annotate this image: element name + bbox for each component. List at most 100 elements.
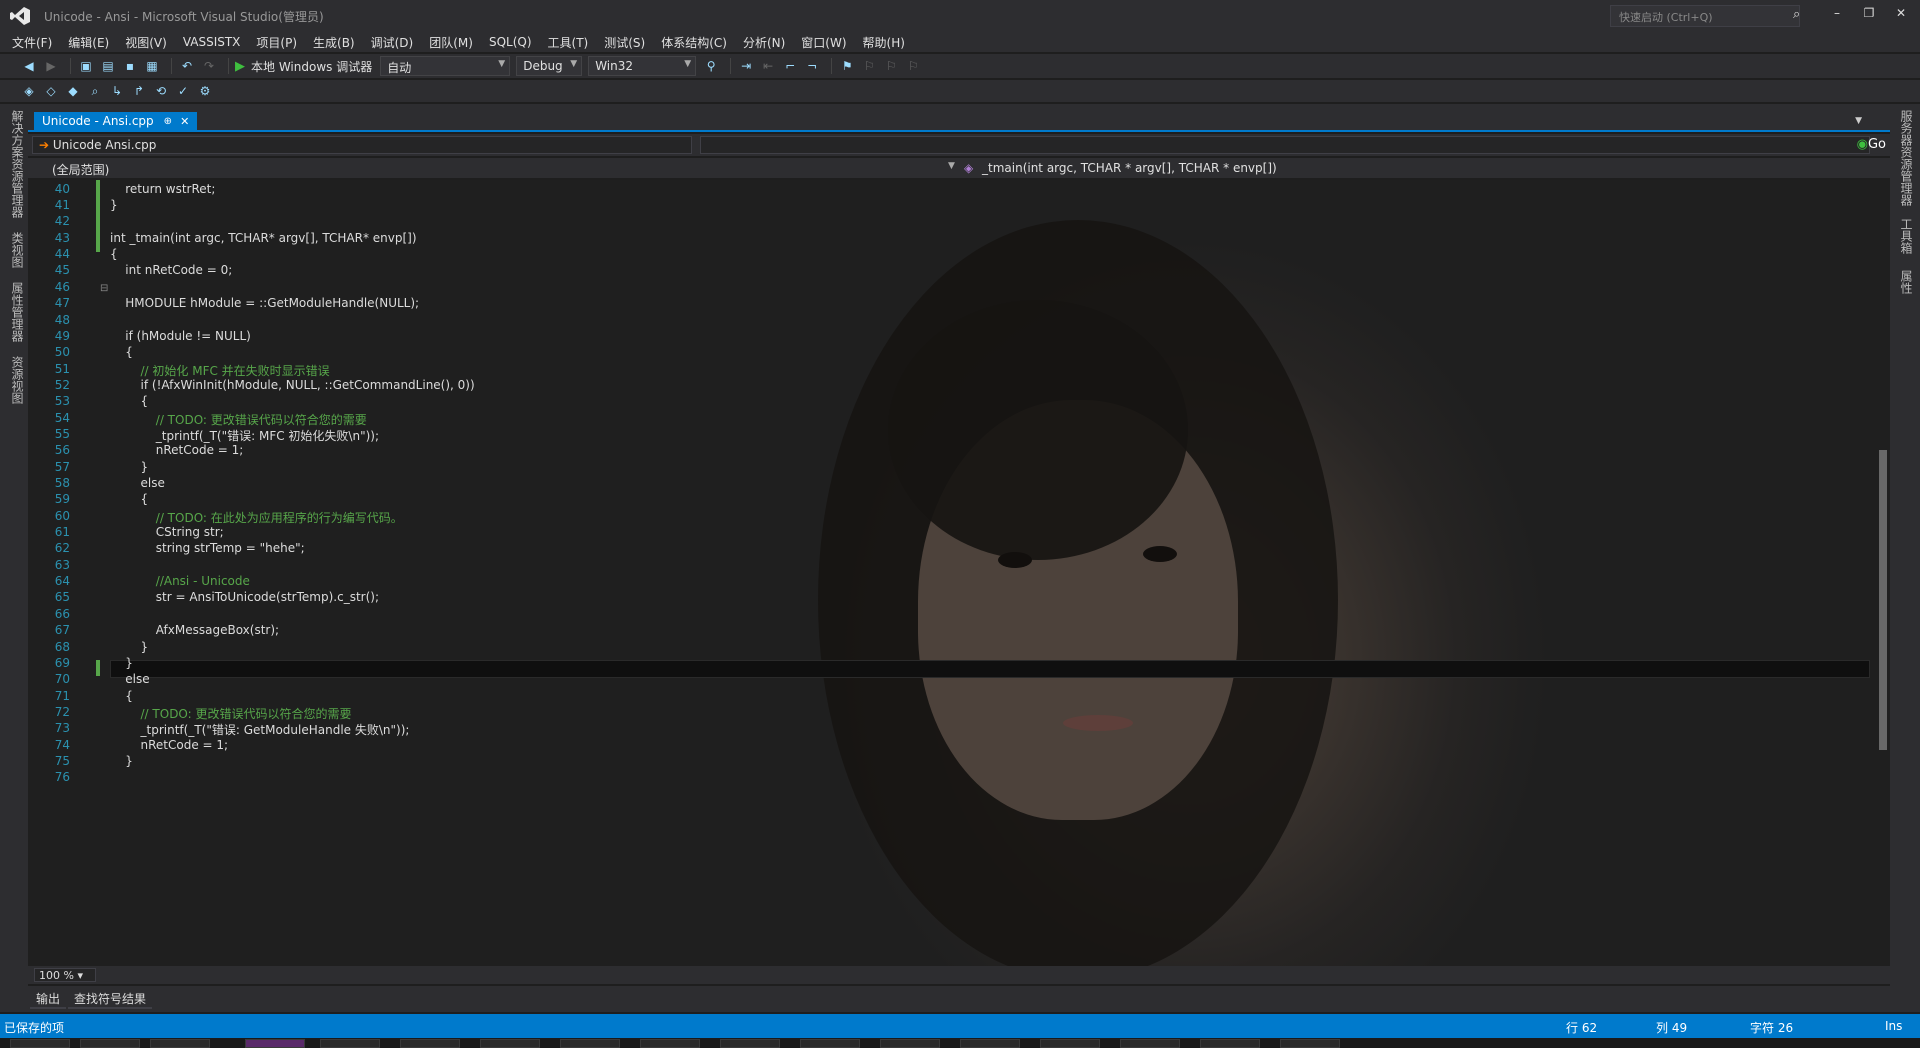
tab-find-symbol-results[interactable]: 查找符号结果 bbox=[68, 990, 153, 1009]
taskbar-button[interactable] bbox=[640, 1039, 700, 1048]
menu-tools[interactable]: 工具(T) bbox=[540, 34, 597, 51]
code-line[interactable]: { bbox=[110, 394, 149, 408]
close-window-button[interactable]: ✕ bbox=[1890, 6, 1912, 24]
uncomment-icon[interactable]: ¬ bbox=[803, 58, 821, 74]
open-file-in-solution-icon[interactable]: ◈ bbox=[20, 83, 38, 99]
member-select[interactable]: _tmain(int argc, TCHAR * argv[], TCHAR *… bbox=[982, 161, 1277, 175]
taskbar-button[interactable] bbox=[80, 1039, 140, 1048]
menu-view[interactable]: 视图(V) bbox=[117, 34, 175, 51]
collapse-icon[interactable]: ⊟ bbox=[100, 283, 108, 294]
taskbar-button[interactable] bbox=[1040, 1039, 1100, 1048]
properties-tab[interactable]: 属性 bbox=[1898, 270, 1915, 294]
code-line[interactable]: return wstrRet; bbox=[110, 182, 215, 196]
prev-bookmark-icon[interactable]: ⚐ bbox=[860, 58, 878, 74]
toolbox-tab[interactable]: 工具箱 bbox=[1898, 218, 1915, 254]
taskbar-button[interactable] bbox=[480, 1039, 540, 1048]
indent-icon[interactable]: ⇥ bbox=[737, 58, 755, 74]
back-icon[interactable]: ◀ bbox=[20, 58, 38, 74]
forward-icon[interactable]: ▶ bbox=[42, 58, 60, 74]
undo-icon[interactable]: ↶ bbox=[178, 58, 196, 74]
comment-icon[interactable]: ⌐ bbox=[781, 58, 799, 74]
menu-build[interactable]: 生成(B) bbox=[305, 34, 363, 51]
taskbar-button[interactable] bbox=[800, 1039, 860, 1048]
code-line[interactable]: // TODO: 在此处为应用程序的行为编写代码。 bbox=[110, 509, 403, 526]
go-button[interactable]: ◉Go bbox=[1857, 137, 1886, 152]
code-line[interactable]: int _tmain(int argc, TCHAR* argv[], TCHA… bbox=[110, 231, 417, 245]
server-explorer-tab[interactable]: 服务器资源管理器 bbox=[1898, 110, 1915, 206]
taskbar-button[interactable] bbox=[720, 1039, 780, 1048]
close-icon[interactable]: ✕ bbox=[180, 115, 189, 128]
redo-icon[interactable]: ↷ bbox=[200, 58, 218, 74]
menu-test[interactable]: 测试(S) bbox=[596, 34, 653, 51]
find-references-icon[interactable]: ◆ bbox=[64, 83, 82, 99]
taskbar-button[interactable] bbox=[960, 1039, 1020, 1048]
save-all-icon[interactable]: ▦ bbox=[143, 58, 161, 74]
code-line[interactable]: HMODULE hModule = ::GetModuleHandle(NULL… bbox=[110, 296, 419, 310]
scope-select[interactable]: (全局范围) bbox=[52, 161, 109, 178]
class-view-tab[interactable]: 类视图 bbox=[9, 232, 26, 268]
code-line[interactable]: } bbox=[110, 640, 149, 654]
code-line[interactable]: //Ansi - Unicode bbox=[110, 574, 250, 588]
menu-window[interactable]: 窗口(W) bbox=[793, 34, 854, 51]
rename-icon[interactable]: ↱ bbox=[130, 83, 148, 99]
code-line[interactable]: nRetCode = 1; bbox=[110, 738, 229, 752]
save-icon[interactable]: ▪ bbox=[121, 58, 139, 74]
code-line[interactable]: if (!AfxWinInit(hModule, NULL, ::GetComm… bbox=[110, 378, 475, 392]
code-line[interactable]: { bbox=[110, 345, 133, 359]
code-line[interactable]: } bbox=[110, 198, 118, 212]
code-line[interactable]: _tprintf(_T("错误: MFC 初始化失败\n")); bbox=[110, 427, 379, 444]
open-file-icon[interactable]: ▤ bbox=[99, 58, 117, 74]
taskbar-button[interactable] bbox=[400, 1039, 460, 1048]
code-line[interactable]: { bbox=[110, 247, 118, 261]
code-editor[interactable]: ⊟ 38 delete[] pwszBuffer;3940 return wst… bbox=[28, 180, 1876, 966]
code-line[interactable]: // TODO: 更改错误代码以符合您的需要 bbox=[110, 411, 367, 428]
code-line[interactable]: } bbox=[110, 754, 133, 768]
code-line[interactable]: { bbox=[110, 492, 149, 506]
menu-file[interactable]: 文件(F) bbox=[4, 34, 60, 51]
taskbar-button[interactable] bbox=[10, 1039, 70, 1048]
code-line[interactable]: _tprintf(_T("错误: GetModuleHandle 失败\n"))… bbox=[110, 721, 410, 738]
menu-team[interactable]: 团队(M) bbox=[421, 34, 481, 51]
code-line[interactable]: else bbox=[110, 672, 149, 686]
taskbar-button-visual-studio[interactable] bbox=[245, 1039, 305, 1048]
new-project-icon[interactable]: ▣ bbox=[77, 58, 95, 74]
solution-explorer-tab[interactable]: 解决方案资源管理器 bbox=[9, 110, 26, 218]
pin-icon[interactable]: ⊕ bbox=[164, 116, 172, 127]
go-to-icon[interactable]: ↳ bbox=[108, 83, 126, 99]
code-line[interactable]: string strTemp = "hehe"; bbox=[110, 541, 305, 555]
taskbar-button[interactable] bbox=[1120, 1039, 1180, 1048]
code-line[interactable]: // 初始化 MFC 并在失败时显示错误 bbox=[110, 362, 330, 379]
menu-architecture[interactable]: 体系结构(C) bbox=[653, 34, 735, 51]
platform-select[interactable]: Win32 ▼ bbox=[588, 56, 697, 76]
chevron-down-icon[interactable]: ▼ bbox=[948, 161, 955, 171]
menu-project[interactable]: 项目(P) bbox=[248, 34, 305, 51]
taskbar-button[interactable] bbox=[560, 1039, 620, 1048]
taskbar-button[interactable] bbox=[1200, 1039, 1260, 1048]
quick-launch-input[interactable]: 快速启动 (Ctrl+Q) bbox=[1610, 5, 1800, 27]
code-line[interactable]: int nRetCode = 0; bbox=[110, 263, 232, 277]
find-icon[interactable]: ⚲ bbox=[702, 58, 720, 74]
taskbar-button[interactable] bbox=[1280, 1039, 1340, 1048]
outdent-icon[interactable]: ⇤ bbox=[759, 58, 777, 74]
clear-bookmarks-icon[interactable]: ⚐ bbox=[904, 58, 922, 74]
menu-edit[interactable]: 编辑(E) bbox=[60, 34, 117, 51]
taskbar-button[interactable] bbox=[880, 1039, 940, 1048]
tab-list-dropdown-icon[interactable]: ▼ bbox=[1855, 116, 1862, 126]
bookmark-icon[interactable]: ⚑ bbox=[838, 58, 856, 74]
code-line[interactable]: else bbox=[110, 476, 165, 490]
search-icon[interactable]: ⌕ bbox=[86, 83, 104, 99]
options-icon[interactable]: ⚙ bbox=[196, 83, 214, 99]
symbol-select[interactable] bbox=[700, 136, 1870, 154]
code-line[interactable]: str = AnsiToUnicode(strTemp).c_str(); bbox=[110, 590, 379, 604]
find-symbol-icon[interactable]: ◇ bbox=[42, 83, 60, 99]
menu-analyze[interactable]: 分析(N) bbox=[735, 34, 793, 51]
solution-config-mode-select[interactable]: 自动 ▼ bbox=[380, 56, 511, 76]
spell-check-icon[interactable]: ✓ bbox=[174, 83, 192, 99]
file-context-select[interactable]: ➔ Unicode Ansi.cpp bbox=[32, 136, 692, 154]
document-tab-ansi-cpp[interactable]: Unicode - Ansi.cpp ⊕ ✕ bbox=[34, 112, 198, 130]
zoom-select[interactable]: 100 % ▾ bbox=[34, 968, 96, 982]
start-debugging-button[interactable]: ▶ 本地 Windows 调试器 bbox=[235, 58, 372, 75]
taskbar-button[interactable] bbox=[320, 1039, 380, 1048]
code-line[interactable]: if (hModule != NULL) bbox=[110, 329, 251, 343]
minimize-button[interactable]: – bbox=[1826, 6, 1848, 24]
